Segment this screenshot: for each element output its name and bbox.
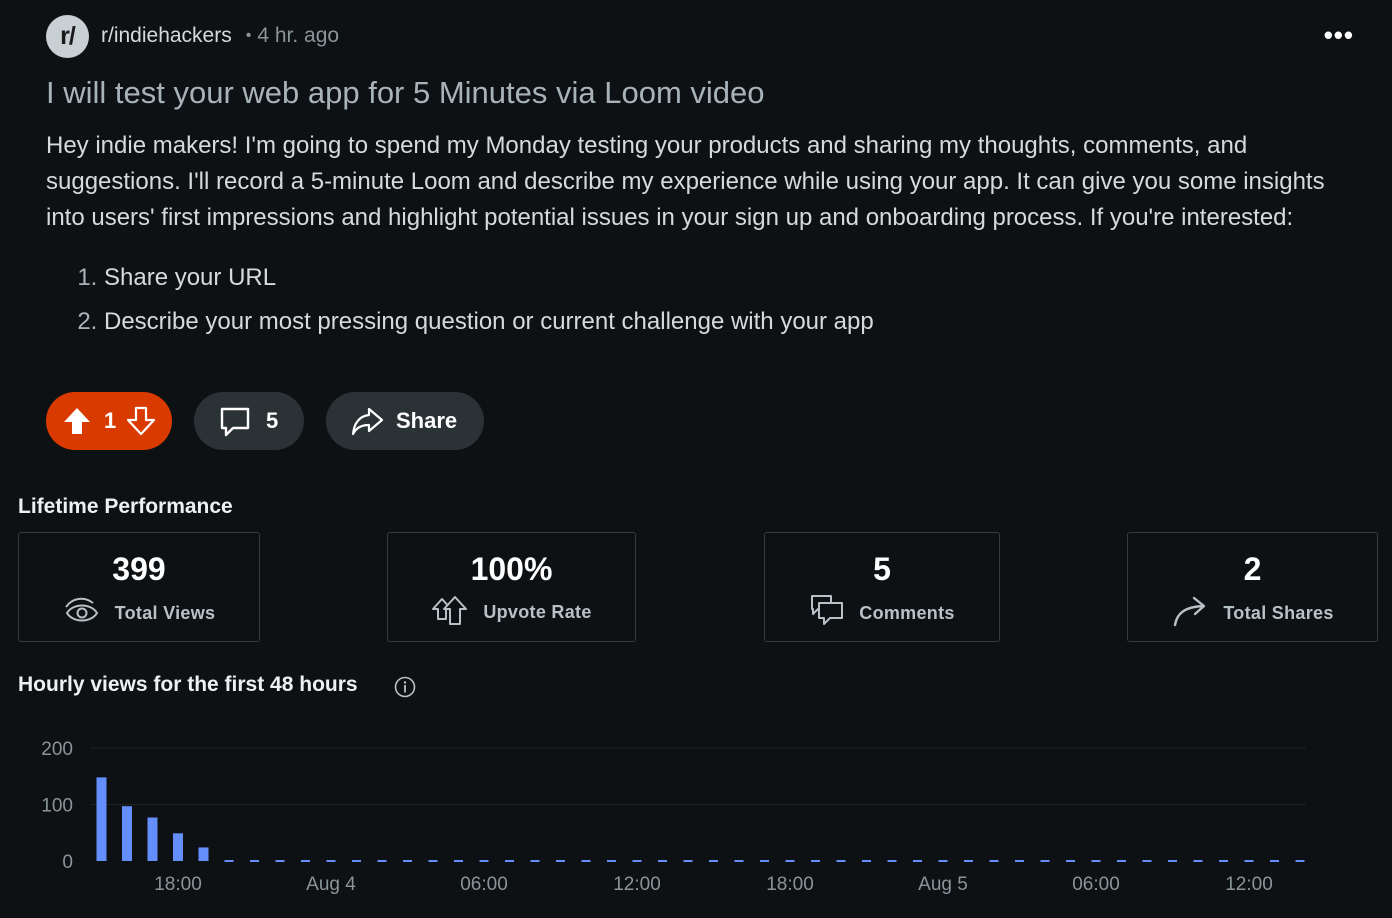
chart-bar[interactable]	[173, 833, 183, 861]
lifetime-performance-title: Lifetime Performance	[18, 495, 233, 518]
chart-bar[interactable]	[122, 806, 132, 861]
info-icon[interactable]	[394, 676, 416, 703]
x-tick-label: 12:00	[1225, 874, 1273, 895]
hourly-views-chart: 200 100 0 18:00 Aug 4 06:00 12:00 18:00 Aug 5 06…	[41, 739, 1306, 895]
post-body: Hey indie makers! I'm going to spend my …	[46, 132, 1325, 231]
stat-value: 399	[112, 551, 166, 587]
chart-bar[interactable]	[147, 817, 158, 861]
upvote-icon[interactable]	[62, 406, 92, 436]
chart-bar[interactable]	[198, 847, 209, 861]
x-tick-label: 06:00	[1072, 874, 1120, 895]
stat-label: Total Views	[114, 603, 216, 623]
post: r/ r/indiehackers • 4 hr. ago ••• I will…	[46, 14, 1356, 344]
y-tick-label: 100	[41, 796, 73, 817]
post-age: 4 hr. ago	[257, 24, 340, 47]
x-tick-label: Aug 5	[918, 874, 968, 895]
share-arrow-icon	[1171, 593, 1209, 634]
meta-separator: •	[245, 27, 252, 44]
eye-icon	[63, 593, 101, 634]
more-options-icon[interactable]: •••	[1324, 22, 1354, 48]
share-label: Share	[396, 408, 458, 433]
subreddit-link[interactable]: r/indiehackers	[101, 24, 232, 48]
stat-label: Upvote Rate	[483, 602, 592, 622]
stat-value: 2	[1243, 551, 1262, 587]
x-tick-label: Aug 4	[306, 874, 356, 895]
stat-label: Total Shares	[1223, 603, 1334, 623]
vote-control: 1	[46, 392, 172, 450]
hourly-views-title: Hourly views for the first 48 hours	[18, 673, 358, 696]
post-meta: r/ r/indiehackers • 4 hr. ago	[46, 14, 1356, 58]
comments-icon	[809, 593, 845, 634]
comment-bubble-icon	[218, 404, 252, 438]
post-actions: 1 5 Share	[46, 392, 484, 450]
vote-count: 1	[104, 408, 117, 433]
list-item: Describe your most pressing question or …	[104, 300, 1356, 344]
stat-value: 100%	[470, 551, 553, 587]
list-item: Share your URL	[104, 256, 1356, 300]
stat-value: 5	[873, 551, 891, 587]
stat-card-views: 399 Total Views	[18, 532, 260, 642]
downvote-icon[interactable]	[126, 406, 156, 436]
comments-button[interactable]: 5	[194, 392, 304, 450]
share-icon	[350, 404, 384, 438]
stat-label: Comments	[859, 603, 955, 623]
chart-bar[interactable]	[96, 777, 107, 861]
steps-list: Share your URL Describe your most pressi…	[46, 256, 1356, 344]
post-title[interactable]: I will test your web app for 5 Minutes v…	[46, 74, 1356, 112]
stat-card-shares: 2 Total Shares	[1127, 532, 1378, 642]
upvote-icon	[431, 593, 469, 632]
share-button[interactable]: Share	[326, 392, 484, 450]
y-tick-label: 200	[41, 739, 73, 760]
stat-card-upvote-rate: 100% Upvote Rate	[387, 532, 636, 642]
subreddit-avatar[interactable]: r/	[46, 14, 89, 58]
y-tick-label: 0	[62, 852, 73, 873]
comment-count: 5	[266, 408, 279, 433]
x-tick-label: 18:00	[154, 874, 202, 895]
x-tick-label: 18:00	[766, 874, 814, 895]
x-tick-label: 06:00	[460, 874, 508, 895]
stat-card-comments: 5 Comments	[764, 532, 1000, 642]
x-tick-label: 12:00	[613, 874, 661, 895]
